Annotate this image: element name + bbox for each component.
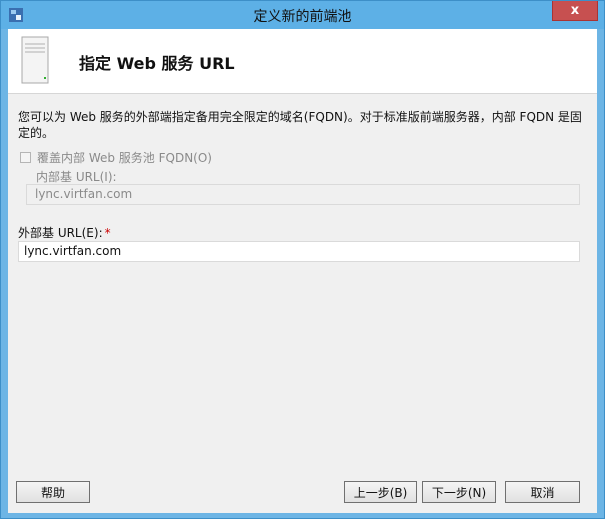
server-icon	[21, 36, 49, 84]
external-url-label: 外部基 URL(E): *	[18, 224, 111, 241]
window-title: 定义新的前端池	[253, 9, 352, 25]
back-button[interactable]: 上一步(B)	[344, 481, 417, 503]
override-fqdn-option[interactable]: 覆盖内部 Web 服务池 FQDN(O)	[20, 149, 212, 166]
override-fqdn-checkbox[interactable]	[20, 152, 31, 163]
close-icon: x	[570, 3, 580, 18]
internal-url-field: lync.virtfan.com	[26, 184, 580, 205]
wizard-window: 定义新的前端池 x 指定 Web 服务 URL 您可以为 Web 服务的外部端指…	[0, 0, 605, 519]
dialog-client-area: 指定 Web 服务 URL 您可以为 Web 服务的外部端指定备用完全限定的域名…	[8, 29, 597, 513]
page-title: 指定 Web 服务 URL	[79, 54, 235, 73]
external-url-field[interactable]: lync.virtfan.com	[18, 241, 580, 262]
override-fqdn-label: 覆盖内部 Web 服务池 FQDN(O)	[37, 151, 212, 165]
next-button[interactable]: 下一步(N)	[422, 481, 496, 503]
page-header: 指定 Web 服务 URL	[8, 29, 597, 94]
external-url-label-text: 外部基 URL(E):	[18, 226, 103, 240]
description-text: 您可以为 Web 服务的外部端指定备用完全限定的域名(FQDN)。对于标准版前端…	[18, 110, 582, 140]
required-mark: *	[104, 226, 111, 240]
title-bar[interactable]: 定义新的前端池 x	[1, 1, 604, 29]
help-button[interactable]: 帮助	[16, 481, 90, 503]
close-button[interactable]: x	[552, 1, 598, 21]
internal-url-label: 内部基 URL(I):	[36, 170, 117, 184]
cancel-button[interactable]: 取消	[505, 481, 580, 503]
